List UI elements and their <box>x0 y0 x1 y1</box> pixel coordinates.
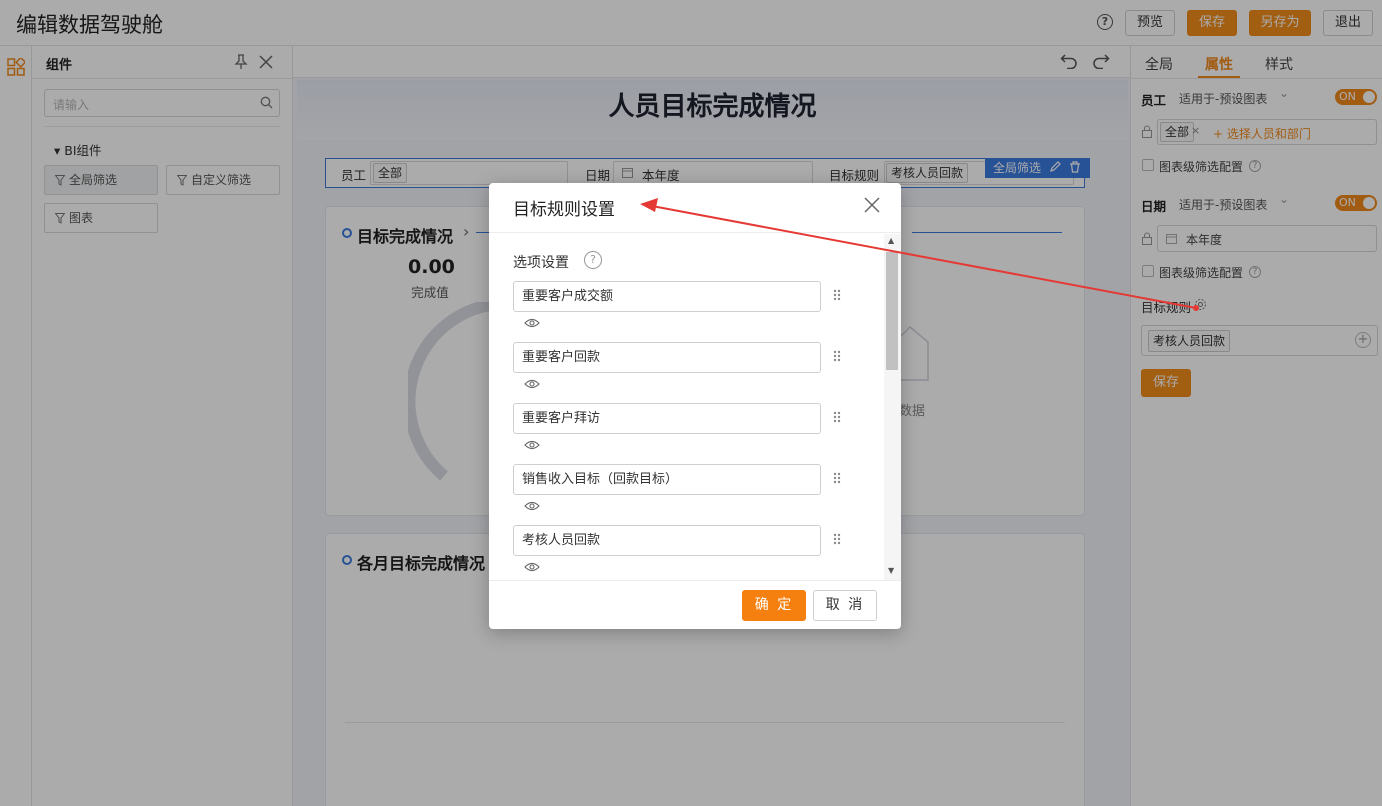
annotation-arrow <box>640 198 1199 311</box>
